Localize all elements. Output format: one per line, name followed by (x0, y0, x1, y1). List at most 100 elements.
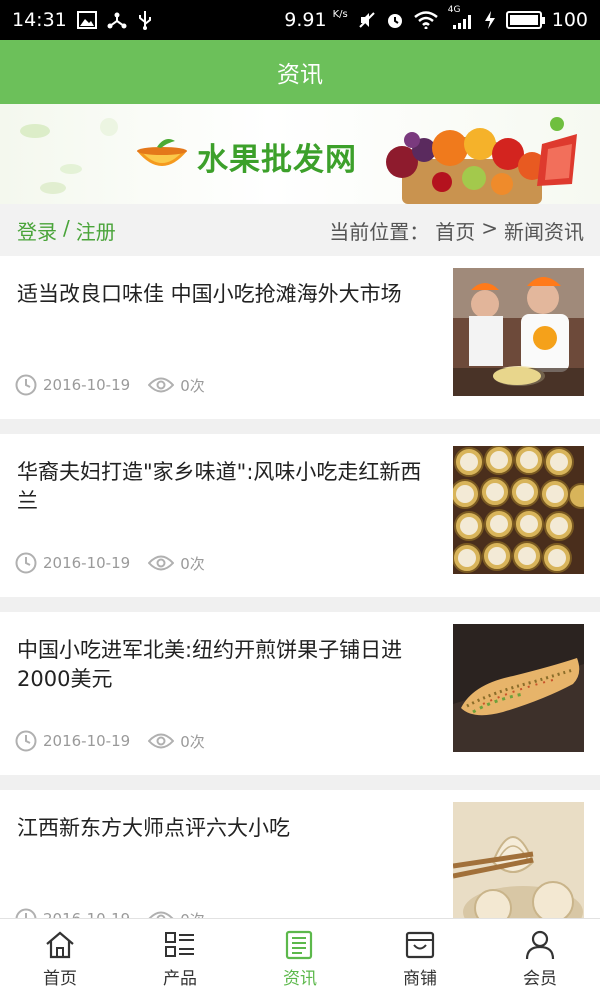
news-date: 2016-10-19 (43, 376, 131, 394)
network-type: 4G (447, 5, 461, 15)
auth-separator: / (63, 215, 70, 240)
shop-icon (405, 931, 435, 959)
news-views-group: 0次 (148, 909, 205, 919)
news-item[interactable]: 华裔夫妇打造"家乡味道":风味小吃走红新西兰 2016-10-19 0次 (0, 434, 600, 597)
news-title[interactable]: 适当改良口味佳 中国小吃抢滩海外大市场 (17, 280, 427, 309)
news-date-group: 2016-10-19 (15, 730, 130, 752)
news-thumbnail[interactable] (453, 802, 584, 918)
bottom-nav: 首页 产品 资讯 商铺 会员 (0, 918, 600, 1000)
news-title[interactable]: 江西新东方大师点评六大小吃 (17, 814, 427, 843)
decor-leaf (20, 124, 50, 138)
news-meta: 2016-10-19 0次 (15, 374, 215, 396)
battery-fill (509, 15, 538, 25)
speed-unit: K/s (332, 9, 348, 20)
nav-news[interactable]: 资讯 (240, 919, 360, 1000)
news-meta: 2016-10-19 0次 (15, 730, 215, 752)
eye-icon (148, 911, 174, 918)
usb-icon (137, 10, 153, 30)
news-title[interactable]: 华裔夫妇打造"家乡味道":风味小吃走红新西兰 (17, 458, 427, 516)
news-date: 2016-10-19 (43, 732, 131, 750)
signal-icon: 4G (448, 5, 474, 29)
decor-leaf (100, 118, 118, 136)
register-link[interactable]: 注册 (76, 216, 116, 245)
nav-shops[interactable]: 商铺 (360, 919, 480, 1000)
user-icon (525, 930, 555, 960)
clock-icon (15, 908, 37, 918)
news-icon (285, 930, 313, 960)
banner[interactable]: 水果批发网 (0, 104, 600, 204)
dumpling-photo (453, 802, 584, 918)
breadcrumb-home[interactable]: 首页 (435, 216, 475, 245)
news-views-group: 0次 (148, 731, 205, 752)
news-thumbnail[interactable] (453, 268, 584, 396)
news-item[interactable]: 适当改良口味佳 中国小吃抢滩海外大市场 2016-10-19 0次 (0, 256, 600, 419)
nav-label: 会员 (523, 969, 557, 989)
nav-label: 产品 (163, 969, 197, 989)
status-time: 14:31 (12, 9, 67, 31)
news-date-group: 2016-10-19 (15, 908, 130, 918)
app-screen: 14:31 9.91 K/s 4G 100 资讯 水果批发网 登录 / 注册 当… (0, 0, 600, 1000)
image-icon (76, 11, 97, 29)
breadcrumb-separator: > (481, 215, 498, 240)
grid-list-icon (165, 932, 194, 957)
charging-icon (484, 11, 496, 29)
jianbing-photo (453, 624, 584, 752)
news-meta: 2016-10-19 0次 (15, 552, 215, 574)
nav-member[interactable]: 会员 (480, 919, 600, 1000)
mute-icon (358, 11, 376, 29)
news-views-group: 0次 (148, 375, 205, 396)
news-meta: 2016-10-19 0次 (15, 908, 215, 918)
news-title[interactable]: 中国小吃进军北美:纽约开煎饼果子铺日进2000美元 (17, 636, 427, 694)
news-list: 适当改良口味佳 中国小吃抢滩海外大市场 2016-10-19 0次 华裔夫妇打造… (0, 256, 600, 918)
share-icon (107, 11, 127, 29)
wifi-icon (413, 11, 438, 29)
news-date-group: 2016-10-19 (15, 374, 130, 396)
news-item[interactable]: 中国小吃进军北美:纽约开煎饼果子铺日进2000美元 2016-10-19 0次 (0, 612, 600, 775)
clock-icon (15, 730, 37, 752)
news-views: 0次 (180, 554, 205, 573)
decor-leaf (40, 182, 66, 194)
eye-icon (148, 377, 175, 393)
news-views-group: 0次 (148, 553, 205, 574)
dim-sum-photo (453, 446, 584, 574)
news-date: 2016-10-19 (43, 910, 130, 918)
clock-icon (15, 374, 37, 396)
auth-links: 登录 / 注册 (17, 216, 116, 245)
alarm-icon (386, 11, 404, 29)
news-views: 0次 (180, 909, 205, 919)
news-views: 0次 (180, 376, 205, 395)
nav-label: 首页 (43, 969, 77, 989)
page-header: 资讯 (0, 40, 600, 104)
nav-home[interactable]: 首页 (0, 919, 120, 1000)
status-bar: 14:31 9.91 K/s 4G 100 (0, 0, 600, 40)
fruit-basket-image (386, 117, 577, 204)
eye-icon (148, 733, 175, 749)
network-speed: 9.91 K/s (284, 9, 348, 31)
news-date-group: 2016-10-19 (15, 552, 130, 574)
street-food-photo (453, 268, 584, 396)
speed-value: 9.91 (284, 9, 327, 31)
breadcrumb-current: 新闻资讯 (504, 219, 584, 244)
news-thumbnail[interactable] (453, 624, 584, 752)
banner-title: 水果批发网 (197, 142, 357, 178)
breadcrumb-prefix: 当前位置： (329, 219, 430, 244)
clock-icon (15, 552, 37, 574)
news-date: 2016-10-19 (43, 554, 131, 572)
fruit-bowl-icon (137, 138, 187, 166)
breadcrumb: 当前位置： 首页 > 新闻资讯 (329, 216, 584, 245)
decor-leaf (60, 164, 82, 174)
news-item[interactable]: 江西新东方大师点评六大小吃 2016-10-19 0次 (0, 790, 600, 918)
nav-label: 资讯 (283, 969, 317, 989)
news-views: 0次 (180, 732, 205, 751)
news-thumbnail[interactable] (453, 446, 584, 574)
login-link[interactable]: 登录 (17, 216, 57, 245)
nav-label: 商铺 (403, 969, 437, 989)
battery-icon (505, 11, 545, 29)
breadcrumb-bar: 登录 / 注册 当前位置： 首页 > 新闻资讯 (0, 204, 600, 256)
battery-level: 100 (551, 9, 588, 31)
banner-logo: 水果批发网 (135, 134, 357, 179)
home-icon (46, 931, 74, 959)
page-title: 资讯 (277, 62, 323, 88)
eye-icon (148, 555, 175, 571)
nav-products[interactable]: 产品 (120, 919, 240, 1000)
